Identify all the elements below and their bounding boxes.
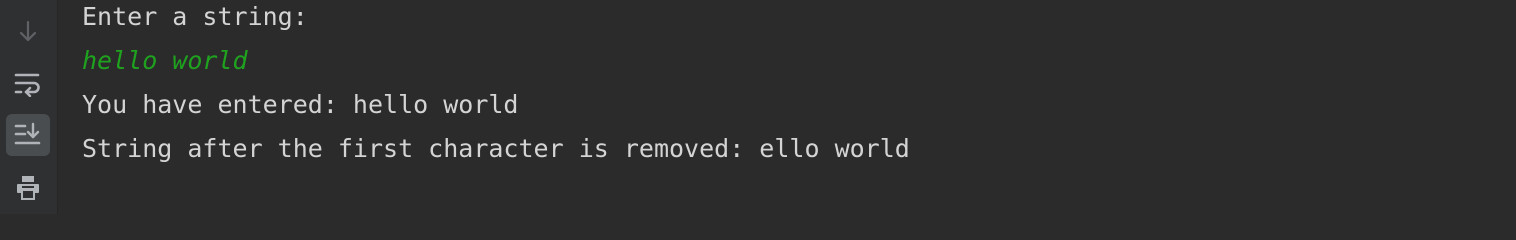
soft-wrap-icon [14,73,40,97]
console-toolbar [0,0,58,214]
down-button[interactable] [6,11,50,53]
scroll-to-end-icon [14,122,41,145]
print-icon [17,176,39,200]
run-console-window: Enter a string: hello world You have ent… [0,0,1516,214]
console-line: Enter a string: [82,2,308,31]
console-line: You have entered: hello world [82,90,519,119]
console-line: String after the first character is remo… [82,134,910,163]
console-output: Enter a string: hello world You have ent… [82,0,1516,214]
scroll-to-end-button[interactable] [6,114,50,156]
print-button[interactable] [6,167,50,209]
soft-wrap-button[interactable] [6,63,50,105]
console-user-input-line: hello world [82,46,248,75]
down-arrow-icon [19,20,37,42]
